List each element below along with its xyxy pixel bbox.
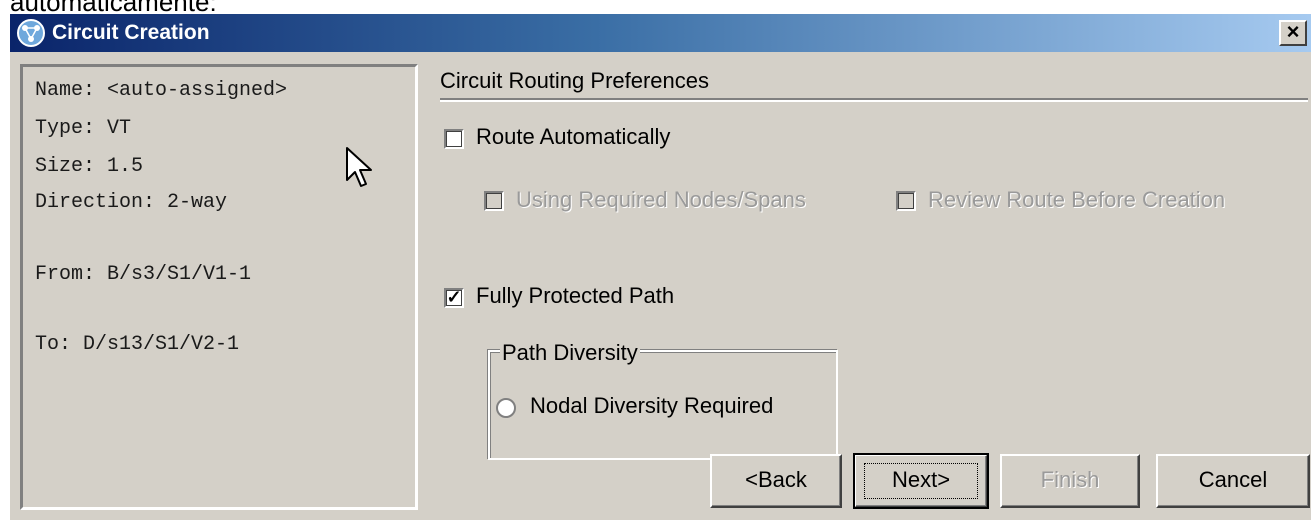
back-button[interactable]: <Back [710,454,842,508]
summary-to: To: D/s13/S1/V2-1 [35,333,240,356]
finish-button: Finish [1000,454,1140,508]
path-diversity-legend: Path Diversity [500,340,640,366]
summary-from: From: B/s3/S1/V1-1 [35,263,252,286]
nodal-diversity-label[interactable]: Nodal Diversity Required [530,393,773,419]
route-automatically-label[interactable]: Route Automatically [476,124,670,150]
routing-preferences-header: Circuit Routing Preferences [440,68,710,93]
fully-protected-path-label[interactable]: Fully Protected Path [476,283,674,309]
circuit-summary-panel: Name: <auto-assigned> Type: VT Size: 1.5… [20,64,418,510]
window-title: Circuit Creation [52,21,210,44]
summary-direction: Direction: 2-way [35,191,228,214]
summary-size: Size: 1.5 [35,155,144,178]
next-button[interactable]: Next> [853,453,989,509]
finish-button-label: Finish [1040,467,1100,492]
summary-type: Type: VT [35,117,132,140]
checkmark-icon: ✓ [446,287,462,307]
cancel-button-label: Cancel [1198,467,1268,492]
route-automatically-checkbox[interactable] [444,129,464,149]
section-divider [440,98,1308,102]
close-icon: × [1286,19,1300,44]
summary-name: Name: <auto-assigned> [35,79,288,102]
title-bar[interactable]: Circuit Creation × [10,14,1311,52]
mouse-pointer-icon [346,147,372,187]
using-required-nodes-label: Using Required Nodes/Spans [516,187,806,212]
close-button[interactable]: × [1279,20,1307,46]
circuit-app-icon [17,19,45,47]
cancel-button[interactable]: Cancel [1156,454,1310,508]
fully-protected-path-checkbox[interactable]: ✓ [444,288,464,308]
back-button-label: <Back [745,467,807,492]
focus-ring [864,463,978,499]
review-route-checkbox [896,191,916,211]
using-required-nodes-checkbox [484,191,504,211]
review-route-label: Review Route Before Creation [928,187,1226,212]
nodal-diversity-radio[interactable] [496,398,516,418]
circuit-creation-dialog: Circuit Creation × Name: <auto-assigned>… [10,14,1311,520]
